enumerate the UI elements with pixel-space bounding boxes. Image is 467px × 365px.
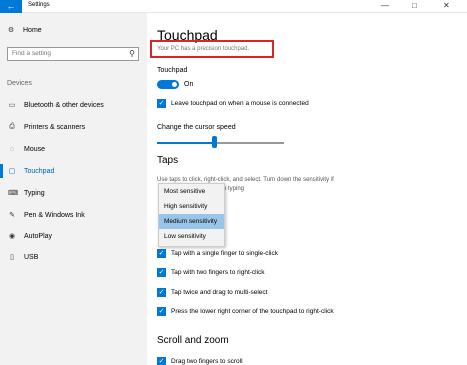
mouse-icon: ◌ [9, 145, 15, 153]
window-title: Settings [28, 2, 50, 8]
sidebar-item-label: Printers & scanners [24, 123, 86, 131]
leave-on-checkbox-row[interactable]: ✓ Leave touchpad on when a mouse is conn… [157, 99, 309, 108]
touchpad-toggle-state: On [184, 81, 194, 88]
tap-option-label: Press the lower right corner of the touc… [171, 308, 334, 315]
checkbox-checked-icon[interactable]: ✓ [157, 357, 166, 365]
back-arrow-icon: ← [6, 1, 16, 11]
checkbox-checked-icon[interactable]: ✓ [157, 99, 166, 108]
sidebar-item-usb[interactable]: ▯ USB [0, 248, 147, 266]
sidebar-item-pen[interactable]: ✎ Pen & Windows Ink [0, 206, 147, 224]
sidebar-item-label: Pen & Windows Ink [24, 211, 85, 219]
pen-icon: ✎ [9, 212, 15, 219]
sidebar-item-label: USB [24, 253, 39, 261]
search-placeholder: Find a setting [12, 50, 52, 57]
checkbox-checked-icon[interactable]: ✓ [157, 288, 166, 297]
tap-single-row[interactable]: ✓ Tap with a single finger to single-cli… [157, 249, 278, 258]
sidebar-item-mouse[interactable]: ◌ Mouse [0, 140, 147, 158]
dropdown-option[interactable]: Most sensitive [159, 184, 224, 199]
gear-icon: ⚙ [7, 27, 15, 34]
sidebar-item-label: Touchpad [24, 167, 55, 175]
minimize-button[interactable]: — [381, 1, 389, 11]
sensitivity-dropdown[interactable]: Most sensitive High sensitivity Medium s… [158, 183, 225, 247]
sidebar-item-label: Bluetooth & other devices [24, 101, 104, 109]
sidebar-item-touchpad[interactable]: ▢ Touchpad [0, 162, 147, 180]
nav-home[interactable]: ⚙ Home [7, 26, 42, 35]
autoplay-icon: ◉ [8, 233, 16, 240]
tap-twice-row[interactable]: ✓ Tap twice and drag to multi-select [157, 288, 267, 297]
sidebar-item-typing[interactable]: ⌨ Typing [0, 184, 147, 202]
keyboard-icon: ⌨ [8, 190, 19, 197]
cursor-speed-label: Change the cursor speed [157, 124, 236, 131]
sidebar-item-label: Mouse [24, 145, 46, 153]
cursor-speed-slider[interactable] [157, 142, 284, 144]
press-corner-row[interactable]: ✓ Press the lower right corner of the to… [157, 307, 334, 316]
scroll-option-label: Drag two fingers to scroll [171, 358, 243, 365]
search-icon[interactable]: ⚲ [129, 49, 135, 59]
section-label-devices: Devices [7, 80, 32, 87]
sidebar-item-label: AutoPlay [24, 232, 53, 240]
dropdown-option[interactable]: High sensitivity [159, 199, 224, 214]
printer-icon: ⎙ [9, 123, 15, 130]
close-button[interactable]: ✕ [443, 1, 450, 11]
maximize-button[interactable]: □ [412, 1, 417, 11]
title-bar: ← Settings — □ ✕ [0, 0, 467, 13]
leave-on-label: Leave touchpad on when a mouse is connec… [171, 100, 309, 107]
sidebar-item-label: Typing [24, 189, 45, 197]
tap-option-label: Tap with a single finger to single-click [171, 250, 278, 257]
touchpad-icon: ▢ [8, 168, 16, 175]
slider-fill [157, 142, 215, 144]
tap-two-fingers-row[interactable]: ✓ Tap with two fingers to right-click [157, 268, 265, 277]
tap-option-label: Tap twice and drag to multi-select [171, 289, 268, 296]
taps-heading: Taps [157, 155, 179, 166]
touchpad-toggle[interactable] [157, 80, 179, 89]
checkbox-checked-icon[interactable]: ✓ [157, 249, 166, 258]
dropdown-option[interactable]: Low sensitivity [159, 229, 224, 244]
dropdown-option-selected[interactable]: Medium sensitivity [159, 214, 224, 229]
sidebar-item-bluetooth[interactable]: ▭ Bluetooth & other devices [0, 96, 147, 114]
slider-thumb[interactable] [212, 136, 218, 148]
nav-home-label: Home [23, 26, 42, 34]
sidebar-item-printers[interactable]: ⎙ Printers & scanners [0, 118, 147, 136]
back-button[interactable]: ← [0, 0, 22, 13]
sidebar: ⚙ Home Find a setting ⚲ Devices ▭ Blueto… [0, 13, 147, 365]
tap-option-label: Tap with two fingers to right-click [171, 269, 265, 276]
drag-scroll-row[interactable]: ✓ Drag two fingers to scroll [157, 357, 243, 365]
search-input[interactable]: Find a setting ⚲ [7, 47, 139, 61]
scroll-zoom-heading: Scroll and zoom [157, 335, 229, 346]
checkbox-checked-icon[interactable]: ✓ [157, 268, 166, 277]
checkbox-checked-icon[interactable]: ✓ [157, 307, 166, 316]
precision-touchpad-text: Your PC has a precision touchpad. [157, 46, 250, 52]
sidebar-item-autoplay[interactable]: ◉ AutoPlay [0, 227, 147, 245]
touchpad-toggle-label: Touchpad [157, 67, 188, 74]
usb-icon: ▯ [10, 254, 14, 261]
bluetooth-devices-icon: ▭ [8, 102, 16, 109]
